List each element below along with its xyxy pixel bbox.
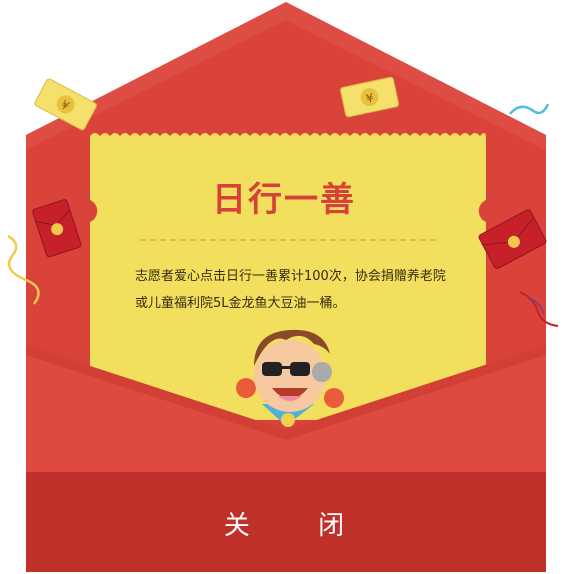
card-title: 日行一善 [212,180,356,220]
ribbon-top-right-icon [509,103,550,115]
close-button-label: 关 闭 [223,511,375,541]
card-message: 志愿者爱心点击日行一善累计100次，协会捐赠养老院或儿童福利院5L金龙鱼大豆油一… [135,269,446,311]
